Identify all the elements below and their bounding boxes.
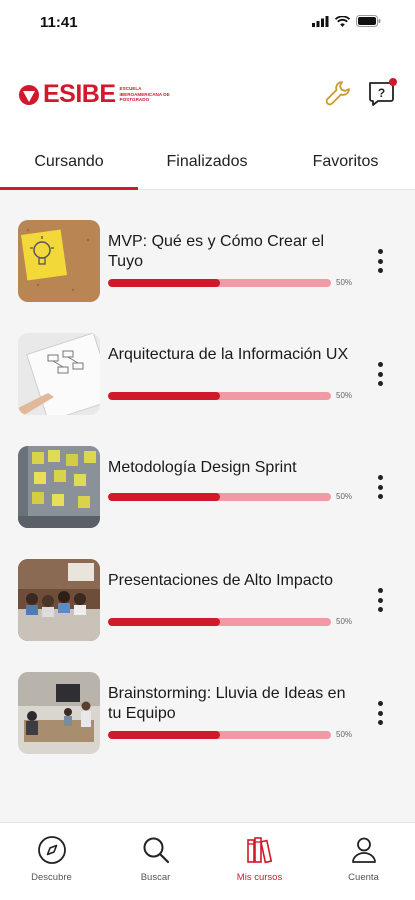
course-item[interactable]: Arquitectura de la Información UX 50% <box>0 303 415 415</box>
nav-mis-cursos[interactable]: Mis cursos <box>218 823 301 900</box>
nav-descubre[interactable]: Descubre <box>10 823 93 900</box>
more-options-button[interactable] <box>372 585 388 615</box>
course-thumbnail <box>18 220 100 302</box>
bottom-nav: Descubre Buscar Mis cursos Cuenta <box>0 822 415 900</box>
app-header: ESIBE ESCUELA IBEROAMERICANA DE POSTGRAD… <box>0 46 415 134</box>
nav-label: Cuenta <box>348 872 379 883</box>
progress-fill <box>108 279 220 287</box>
nav-label: Descubre <box>31 872 72 883</box>
course-tabs: Cursando Finalizados Favoritos <box>0 134 415 190</box>
wifi-icon <box>335 15 350 27</box>
progress-fill <box>108 618 220 626</box>
course-thumbnail <box>18 559 100 641</box>
progress-label: 50% <box>336 730 353 739</box>
compass-icon <box>37 836 66 864</box>
wrench-button[interactable] <box>321 76 355 110</box>
more-options-button[interactable] <box>372 359 388 389</box>
course-item[interactable]: Metodología Design Sprint 50% <box>0 416 415 528</box>
progress-fill <box>108 493 220 501</box>
course-item[interactable]: Brainstorming: Lluvia de Ideas en tu Equ… <box>0 642 415 754</box>
status-bar: 11:41 <box>0 0 415 46</box>
logo-text: ESIBE <box>43 80 116 108</box>
battery-icon <box>356 15 381 27</box>
nav-cuenta[interactable]: Cuenta <box>322 823 405 900</box>
books-icon <box>246 837 272 864</box>
progress-label: 50% <box>336 278 353 287</box>
progress-fill <box>108 392 220 400</box>
nav-buscar[interactable]: Buscar <box>114 823 197 900</box>
course-title: Presentaciones de Alto Impacto <box>108 572 334 589</box>
more-options-button[interactable] <box>372 472 388 502</box>
progress-fill <box>108 731 220 739</box>
course-title: Arquitectura de la Información UX <box>108 346 349 363</box>
wrench-icon <box>325 81 350 106</box>
course-title: Brainstorming: Lluvia de Ideas en tu Equ… <box>108 685 346 722</box>
progress-bar <box>108 618 331 626</box>
more-options-button[interactable] <box>372 698 388 728</box>
progress-bar <box>108 493 331 501</box>
tab-favoritos[interactable]: Favoritos <box>276 134 415 190</box>
course-item[interactable]: Presentaciones de Alto Impacto 50% <box>0 529 415 641</box>
help-button[interactable]: ? <box>365 76 399 110</box>
status-time: 11:41 <box>40 14 78 31</box>
course-title: MVP: Qué es y Cómo Crear el Tuyo <box>108 233 325 270</box>
course-thumbnail <box>18 333 100 415</box>
progress-label: 50% <box>336 617 353 626</box>
logo-mark-icon <box>19 84 39 105</box>
signal-icon <box>312 15 329 27</box>
course-thumbnail <box>18 446 100 528</box>
status-icons <box>312 15 381 27</box>
course-thumbnail <box>18 672 100 754</box>
tab-finalizados[interactable]: Finalizados <box>138 134 276 190</box>
progress-bar <box>108 279 331 287</box>
course-item[interactable]: MVP: Qué es y Cómo Crear el Tuyo 50% <box>0 190 415 302</box>
user-icon <box>351 837 376 863</box>
progress-bar <box>108 392 331 400</box>
nav-label: Mis cursos <box>236 872 283 883</box>
tab-cursando[interactable]: Cursando <box>0 134 138 190</box>
svg-text:?: ? <box>378 86 385 100</box>
logo-subtitle: ESCUELA IBEROAMERICANA DE POSTGRADO <box>119 86 170 103</box>
help-chat-icon: ? <box>369 78 397 106</box>
nav-label: Buscar <box>140 872 171 883</box>
esibe-logo: ESIBE ESCUELA IBEROAMERICANA DE POSTGRAD… <box>18 80 182 109</box>
search-icon <box>143 837 169 864</box>
progress-bar <box>108 731 331 739</box>
more-options-button[interactable] <box>372 246 388 276</box>
progress-label: 50% <box>336 492 353 501</box>
course-title: Metodología Design Sprint <box>108 459 297 476</box>
progress-label: 50% <box>336 391 353 400</box>
